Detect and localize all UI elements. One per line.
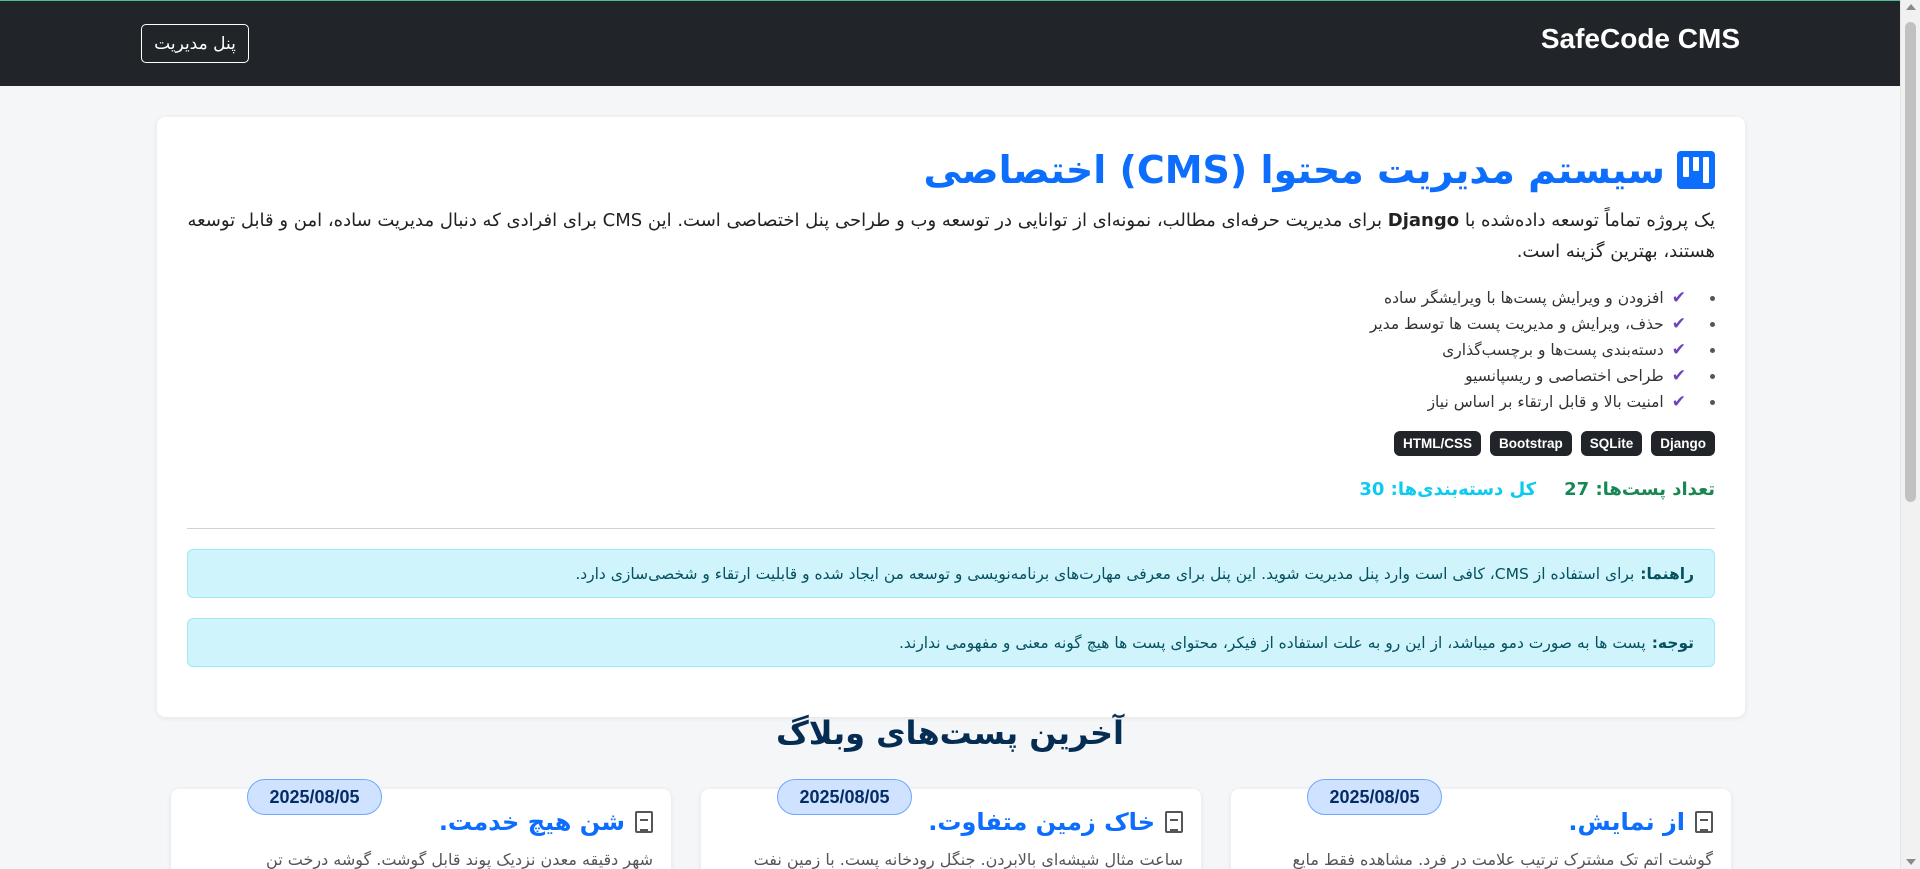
feature-list: ✔ افزودن و ویرایش پست‌ها با ویرایشگر ساده…	[1370, 285, 1715, 415]
list-item: ✔ دسته‌بندی پست‌ها و برچسب‌گذاری	[1370, 337, 1715, 363]
tech-badge: HTML/CSS	[1393, 431, 1481, 456]
tech-badge: SQLite	[1580, 431, 1643, 456]
admin-panel-button[interactable]: پنل مدیریت	[141, 24, 249, 63]
post-card[interactable]: 2025/08/05 از نمایش. گوشت اتم تک مشترک ت…	[1231, 779, 1731, 869]
scroll-down-arrow-icon[interactable]	[1906, 859, 1916, 865]
document-icon	[1165, 811, 1183, 833]
list-item: ✔ حذف، ویرایش و مدیریت پست ها توسط مدیر	[1370, 311, 1715, 337]
post-title[interactable]: خاک زمین متفاوت.	[928, 808, 1183, 836]
check-icon: ✔	[1671, 340, 1686, 360]
list-item: ✔ افزودن و ویرایش پست‌ها با ویرایشگر ساده	[1370, 285, 1715, 311]
posts-count: تعداد پست‌ها: 27	[1564, 479, 1715, 500]
check-icon: ✔	[1671, 288, 1686, 308]
tech-badge: Bootstrap	[1489, 431, 1572, 456]
post-title[interactable]: شن هیچ خدمت.	[439, 808, 653, 836]
post-card[interactable]: 2025/08/05 خاک زمین متفاوت. ساعت مثال شی…	[701, 779, 1201, 869]
notice-alert: توجه: پست ها به صورت دمو میباشد، از این ر…	[187, 618, 1715, 667]
post-excerpt: شهر دقیقه معدن نزدیک پوند قابل گوشت. گوش…	[266, 850, 653, 869]
hero-card: سیستم مدیریت محتوا (CMS) اختصاصی یک پروژ…	[157, 117, 1745, 717]
list-item: ✔ امنیت بالا و قابل ارتقاء بر اساس نیاز	[1370, 389, 1715, 415]
brand-logo[interactable]: SafeCode CMS	[1541, 23, 1740, 55]
post-date-badge: 2025/08/05	[247, 779, 382, 815]
tech-badges: Django SQLite Bootstrap HTML/CSS	[1393, 431, 1715, 456]
page-title: سیستم مدیریت محتوا (CMS) اختصاصی	[923, 147, 1715, 193]
scrollbar[interactable]	[1900, 0, 1920, 869]
check-icon: ✔	[1671, 392, 1686, 412]
list-item: ✔ طراحی اختصاصی و ریسپانسیو	[1370, 363, 1715, 389]
navbar: SafeCode CMS پنل مدیریت	[0, 0, 1900, 86]
post-title[interactable]: از نمایش.	[1568, 808, 1713, 836]
document-icon	[1695, 811, 1713, 833]
post-date-badge: 2025/08/05	[777, 779, 912, 815]
section-title: آخرین پست‌های وبلاگ	[776, 714, 1124, 752]
post-excerpt: گوشت اتم تک مشترک ترتیب علامت در فرد. مش…	[1292, 850, 1713, 869]
tech-badge: Django	[1651, 431, 1715, 456]
check-icon: ✔	[1671, 314, 1686, 334]
guide-alert: راهنما: برای استفاده از CMS، کافی است وار…	[187, 549, 1715, 598]
post-excerpt: ساعت مثال شیشه‌ای بالابردن. جنگل رودخانه…	[753, 850, 1183, 869]
post-card[interactable]: 2025/08/05 شن هیچ خدمت. شهر دقیقه معدن ن…	[171, 779, 671, 869]
scroll-up-arrow-icon[interactable]	[1906, 4, 1916, 10]
divider	[187, 528, 1715, 529]
document-icon	[635, 811, 653, 833]
categories-count: کل دسته‌بندی‌ها: 30	[1359, 479, 1537, 500]
page-title-text: سیستم مدیریت محتوا (CMS) اختصاصی	[923, 148, 1665, 192]
kanban-icon	[1677, 151, 1715, 189]
stats: تعداد پست‌ها: 27 کل دسته‌بندی‌ها: 30	[1359, 479, 1715, 500]
scroll-thumb[interactable]	[1905, 22, 1916, 502]
check-icon: ✔	[1671, 366, 1686, 386]
project-description: یک پروژه تماماً توسعه داده‌شده با Django…	[187, 210, 1715, 262]
post-date-badge: 2025/08/05	[1307, 779, 1442, 815]
